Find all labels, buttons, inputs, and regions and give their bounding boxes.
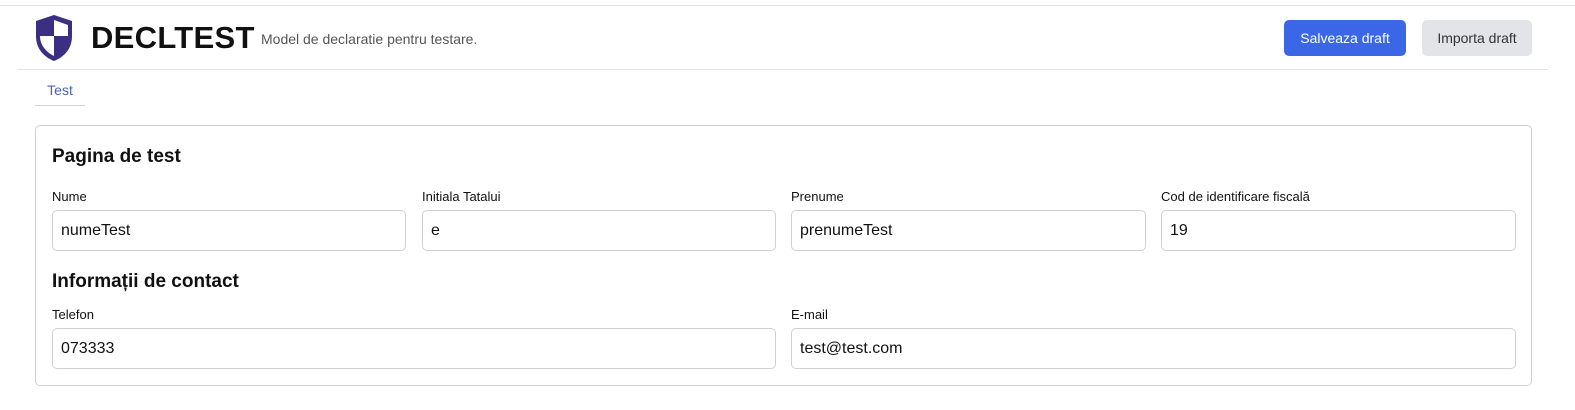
telefon-field[interactable] [52, 328, 776, 369]
telefon-label: Telefon [52, 307, 94, 322]
app-title: DECLTEST [91, 20, 255, 55]
form-title: Pagina de test [52, 146, 181, 167]
nume-label: Nume [52, 189, 87, 204]
app-subtitle: Model de declaratie pentru testare. [261, 31, 478, 47]
app-header: DECLTEST Model de declaratie pentru test… [18, 6, 1548, 70]
cod-fiscal-field[interactable] [1161, 210, 1516, 251]
prenume-field[interactable] [791, 210, 1146, 251]
email-field[interactable] [791, 328, 1516, 369]
shield-icon [34, 14, 74, 62]
cod-fiscal-label: Cod de identificare fiscală [1161, 189, 1310, 204]
email-label: E-mail [791, 307, 828, 322]
import-draft-button[interactable]: Importa draft [1422, 20, 1532, 56]
form-card: Pagina de test Nume Initiala Tatalui Pre… [35, 125, 1532, 386]
save-draft-button[interactable]: Salveaza draft [1284, 20, 1406, 56]
tab-test[interactable]: Test [35, 78, 85, 106]
initiala-tatalui-label: Initiala Tatalui [422, 189, 501, 204]
contact-section-title: Informații de contact [52, 271, 239, 292]
prenume-label: Prenume [791, 189, 844, 204]
initiala-tatalui-field[interactable] [422, 210, 776, 251]
nume-field[interactable] [52, 210, 406, 251]
